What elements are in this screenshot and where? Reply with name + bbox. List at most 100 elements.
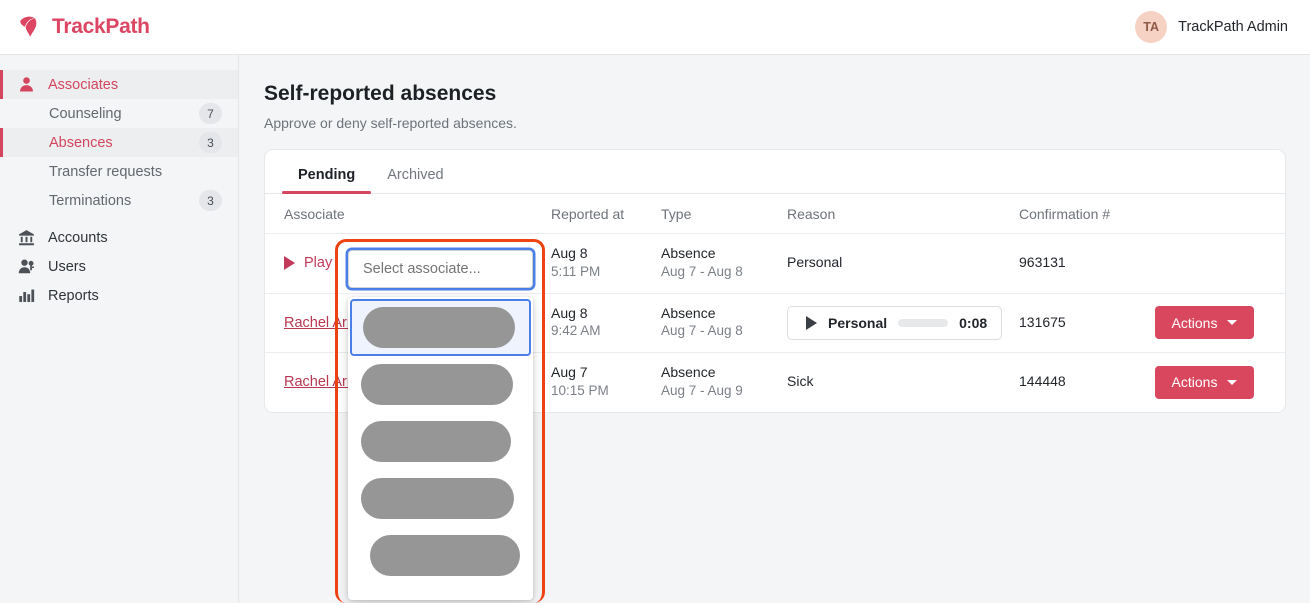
column-header-confirmation: Confirmation # <box>1019 194 1155 234</box>
bar-chart-icon <box>18 287 35 304</box>
associate-link[interactable]: Rachel Arr <box>284 315 352 331</box>
sidebar-item-label: Counseling <box>49 106 199 122</box>
chevron-down-icon <box>1227 380 1237 385</box>
cell-type: Absence Aug 7 - Aug 8 <box>661 293 787 353</box>
play-label: Play <box>304 255 332 271</box>
column-header-reason: Reason <box>787 194 1019 234</box>
cell-reason: Personal 0:08 <box>787 293 1019 353</box>
brand-name: TrackPath <box>52 15 150 39</box>
confirmation-number: 131675 <box>1019 314 1066 330</box>
reported-time: 9:42 AM <box>551 322 661 341</box>
cell-reported-at: Aug 7 10:15 PM <box>551 353 661 412</box>
chevron-down-icon <box>1227 320 1237 325</box>
sidebar-divider-gap <box>0 215 238 223</box>
sidebar-item-label: Accounts <box>48 230 108 246</box>
redacted-label <box>361 478 514 519</box>
sidebar-item-terminations[interactable]: Terminations 3 <box>0 186 238 215</box>
tab-bar: Pending Archived <box>265 150 1285 194</box>
reported-date: Aug 8 <box>551 305 661 323</box>
dropdown-option[interactable] <box>348 356 533 413</box>
reported-date: Aug 8 <box>551 245 661 263</box>
cell-actions: Actions <box>1155 353 1286 412</box>
sidebar-item-accounts[interactable]: Accounts <box>0 223 238 252</box>
sidebar-item-counseling[interactable]: Counseling 7 <box>0 99 238 128</box>
redacted-label <box>361 364 513 405</box>
bank-icon <box>18 229 35 246</box>
select-associate-input[interactable] <box>348 250 533 288</box>
page-subtitle: Approve or deny self-reported absences. <box>264 115 1310 131</box>
dropdown-option[interactable] <box>350 299 531 356</box>
column-header-actions <box>1155 194 1286 234</box>
sidebar-badge-counseling: 7 <box>199 103 222 124</box>
dropdown-option[interactable] <box>348 413 533 470</box>
cell-confirmation: 144448 <box>1019 353 1155 412</box>
associate-link[interactable]: Rachel Arr <box>284 374 352 390</box>
play-icon[interactable] <box>806 316 817 330</box>
actions-button[interactable]: Actions <box>1155 366 1254 399</box>
table-header-row: Associate Reported at Type Reason Confir… <box>265 194 1286 234</box>
sidebar-badge-terminations: 3 <box>199 190 222 211</box>
play-icon <box>284 256 295 270</box>
location-pin-icon <box>17 14 43 40</box>
user-name: TrackPath Admin <box>1178 19 1288 35</box>
reported-time: 5:11 PM <box>551 263 661 282</box>
sidebar-badge-absences: 3 <box>199 132 222 153</box>
reported-time: 10:15 PM <box>551 382 661 401</box>
dropdown-option[interactable] <box>348 470 533 527</box>
user-menu[interactable]: TA TrackPath Admin <box>1135 11 1310 43</box>
tab-archived[interactable]: Archived <box>371 150 459 193</box>
column-header-type: Type <box>661 194 787 234</box>
redacted-label <box>363 307 515 348</box>
sidebar-item-label: Absences <box>49 135 199 151</box>
confirmation-number: 144448 <box>1019 373 1066 389</box>
cell-type: Absence Aug 7 - Aug 9 <box>661 353 787 412</box>
associate-select <box>348 250 533 288</box>
type-label: Absence <box>661 364 787 382</box>
reason-label: Sick <box>787 373 813 389</box>
cell-actions <box>1155 234 1286 294</box>
table-head: Associate Reported at Type Reason Confir… <box>265 194 1286 234</box>
reason-label: Personal <box>787 254 842 270</box>
redacted-label <box>361 421 511 462</box>
actions-button[interactable]: Actions <box>1155 306 1254 339</box>
type-range: Aug 7 - Aug 8 <box>661 322 787 341</box>
sidebar-item-associates[interactable]: Associates <box>0 70 238 99</box>
brand[interactable]: TrackPath <box>0 14 150 40</box>
type-range: Aug 7 - Aug 9 <box>661 382 787 401</box>
page-title: Self-reported absences <box>264 82 1310 106</box>
sidebar-item-label: Users <box>48 259 86 275</box>
person-icon <box>18 76 35 93</box>
cell-reason: Sick <box>787 353 1019 412</box>
cell-confirmation: 131675 <box>1019 293 1155 353</box>
confirmation-number: 963131 <box>1019 254 1066 270</box>
type-label: Absence <box>661 305 787 323</box>
cell-reported-at: Aug 8 5:11 PM <box>551 234 661 294</box>
associate-dropdown-list[interactable] <box>348 297 533 600</box>
type-label: Absence <box>661 245 787 263</box>
dropdown-option[interactable] <box>348 527 533 584</box>
sidebar-item-transfer-requests[interactable]: Transfer requests <box>0 157 238 186</box>
cell-actions: Actions <box>1155 293 1286 353</box>
type-range: Aug 7 - Aug 8 <box>661 263 787 282</box>
actions-button-label: Actions <box>1172 374 1218 390</box>
sidebar: Associates Counseling 7 Absences 3 Trans… <box>0 55 239 603</box>
top-bar: TrackPath TA TrackPath Admin <box>0 0 1310 55</box>
tab-pending[interactable]: Pending <box>282 150 371 193</box>
cell-confirmation: 963131 <box>1019 234 1155 294</box>
audio-player[interactable]: Personal 0:08 <box>787 306 1002 340</box>
cell-reported-at: Aug 8 9:42 AM <box>551 293 661 353</box>
redacted-label <box>370 535 520 576</box>
actions-button-label: Actions <box>1172 315 1218 331</box>
sidebar-item-label: Associates <box>48 77 118 93</box>
column-header-reported-at: Reported at <box>551 194 661 234</box>
sidebar-item-label: Reports <box>48 288 99 304</box>
audio-progress-bar[interactable] <box>898 319 948 327</box>
sidebar-item-reports[interactable]: Reports <box>0 281 238 310</box>
column-header-associate: Associate <box>265 194 551 234</box>
reported-date: Aug 7 <box>551 364 661 382</box>
audio-reason-label: Personal <box>828 315 887 331</box>
sidebar-item-users[interactable]: Users <box>0 252 238 281</box>
sidebar-item-label: Transfer requests <box>49 164 222 180</box>
sidebar-item-absences[interactable]: Absences 3 <box>0 128 238 157</box>
user-key-icon <box>18 258 35 275</box>
